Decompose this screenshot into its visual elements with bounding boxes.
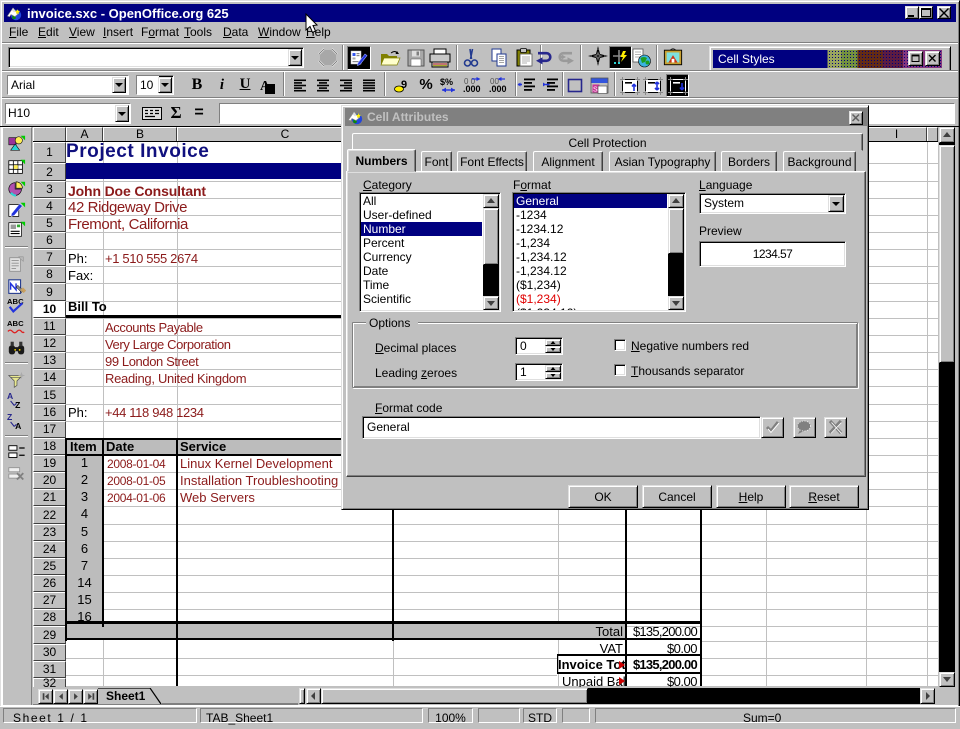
svg-text:Z: Z — [15, 400, 20, 410]
svg-text:ABC: ABC — [7, 319, 24, 328]
svg-text:S: S — [593, 87, 598, 94]
svg-text:A: A — [260, 79, 271, 94]
svg-text:9: 9 — [401, 79, 407, 91]
svg-text:Sheet1: Sheet1 — [106, 689, 146, 703]
svg-text:A: A — [7, 391, 13, 401]
svg-text:.000: .000 — [463, 84, 481, 94]
svg-text:A: A — [15, 421, 21, 431]
svg-text:$%: $% — [440, 77, 453, 87]
svg-text:.000: .000 — [489, 84, 507, 94]
svg-text:Z: Z — [7, 412, 12, 422]
